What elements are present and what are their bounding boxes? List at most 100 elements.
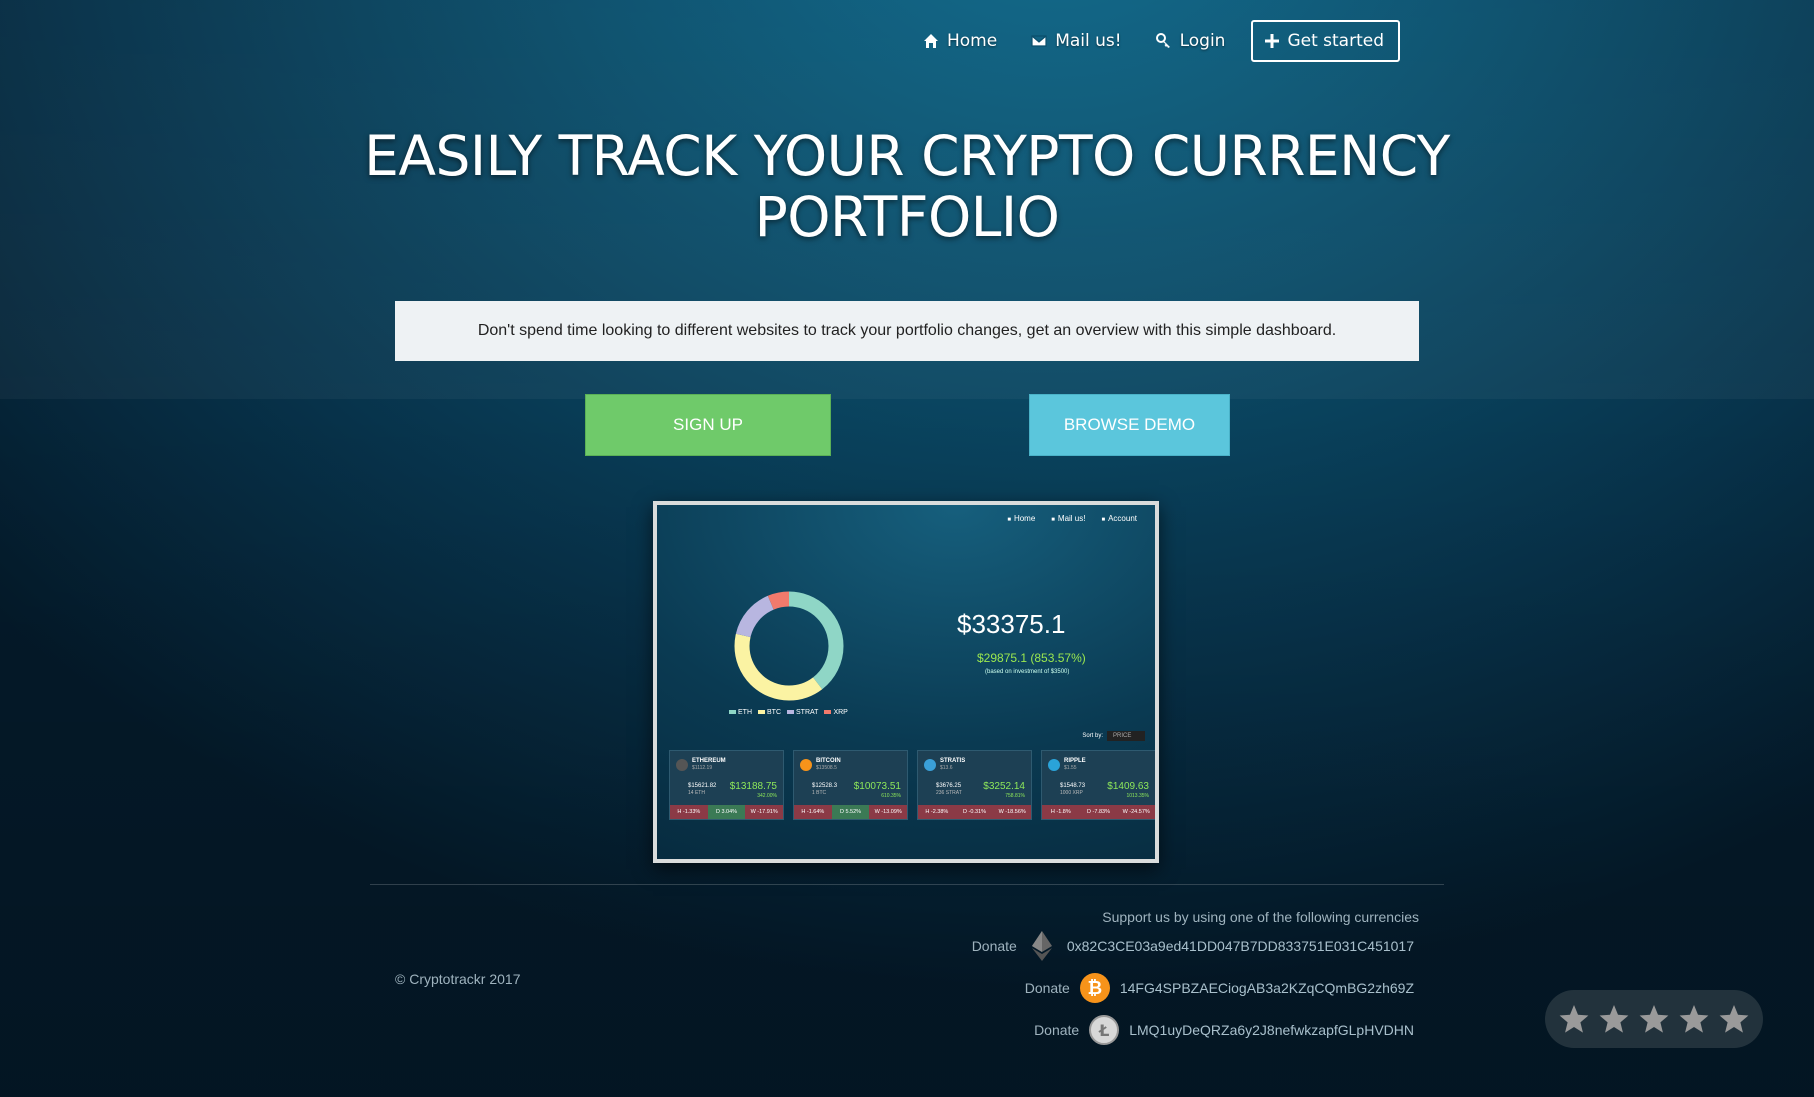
coin-name: STRATIS bbox=[940, 758, 966, 764]
coin-value: $3252.14 bbox=[983, 781, 1025, 792]
nav-login-link[interactable]: Login bbox=[1155, 31, 1226, 51]
legend-item-btc: BTC bbox=[758, 709, 781, 716]
change-day: D -0.31% bbox=[955, 805, 994, 819]
ltc-address[interactable]: LMQ1uyDeQRZa6y2J8nefwkzapfGLpHVDHN bbox=[1129, 1022, 1414, 1038]
nav-mail-link[interactable]: Mail us! bbox=[1031, 31, 1122, 51]
sort-label: Sort by: bbox=[1082, 733, 1103, 739]
coin-value: $13188.75 bbox=[729, 781, 777, 792]
headline-line-1: EASILY TRACK YOUR CRYPTO CURRENCY bbox=[364, 124, 1450, 188]
legend-item-eth: ETH bbox=[729, 709, 752, 716]
btc-address[interactable]: 14FG4SPBZAECiogAB3a2KZqCQmBG2zh69Z bbox=[1120, 980, 1414, 996]
coin-card-bitcoin: BITCOIN $13508.5 $12528.3 1 BTC $10073.51 610… bbox=[793, 750, 908, 820]
change-week: W -17.91% bbox=[745, 805, 784, 819]
get-started-button[interactable]: Get started bbox=[1251, 20, 1400, 62]
bitcoin-icon: ₿ bbox=[1079, 973, 1110, 1003]
donate-row-eth: Donate 0x82C3CE03a9ed41DD047B7DD833751E0… bbox=[972, 931, 1414, 961]
donut-legend: ETH BTC STRAT XRP bbox=[729, 709, 848, 716]
plus-icon bbox=[1265, 34, 1280, 48]
rating-widget bbox=[1545, 990, 1763, 1048]
portfolio-change: $29875.1 (853.57%) bbox=[977, 651, 1086, 665]
coin-percent: 610.35% bbox=[881, 793, 901, 799]
footer-divider bbox=[370, 884, 1444, 885]
coin-icon bbox=[676, 759, 688, 771]
coin-amount: 236 STRAT bbox=[936, 790, 962, 796]
star-icon[interactable] bbox=[1638, 1003, 1670, 1035]
legend-item-xrp: XRP bbox=[824, 709, 848, 716]
donate-label: Donate bbox=[1024, 980, 1070, 996]
coin-value: $10073.51 bbox=[853, 781, 901, 792]
change-hour: H -1.8% bbox=[1042, 805, 1080, 819]
coin-icon bbox=[924, 759, 936, 771]
donate-label: Donate bbox=[971, 938, 1017, 954]
star-icon[interactable] bbox=[1678, 1003, 1710, 1035]
dashboard-preview: Home Mail us! Account ETH BTC STRAT XRP $33… bbox=[653, 501, 1159, 863]
sign-up-button[interactable]: SIGN UP bbox=[585, 394, 831, 456]
headline-line-2: PORTFOLIO bbox=[754, 185, 1060, 249]
coin-cards: ETHEREUM $1112.19 $15621.82 14 ETH $13188.75… bbox=[669, 750, 1155, 820]
coin-percent: 342.00% bbox=[757, 793, 777, 799]
coin-holding: $15621.82 bbox=[688, 783, 717, 789]
change-day: D 5.52% bbox=[831, 805, 870, 819]
coin-card-ethereum: ETHEREUM $1112.19 $15621.82 14 ETH $13188.75… bbox=[669, 750, 784, 820]
coin-card-stratis: STRATIS $13.6 $3676.25 236 STRAT $3252.14 758… bbox=[917, 750, 1032, 820]
star-icon[interactable] bbox=[1558, 1003, 1590, 1035]
envelope-icon bbox=[1031, 35, 1047, 47]
coin-card-ripple: RIPPLE $1.55 $1548.73 1000 XRP $1409.63 1013.… bbox=[1041, 750, 1155, 820]
coin-price: $13.6 bbox=[940, 765, 953, 771]
page-title: EASILY TRACK YOUR CRYPTO CURRENCY PORTFO… bbox=[0, 126, 1814, 248]
coin-name: BITCOIN bbox=[816, 758, 841, 764]
coin-percent: 758.81% bbox=[1005, 793, 1025, 799]
tagline-box: Don't spend time looking to different we… bbox=[395, 301, 1419, 361]
change-hour: H -2.38% bbox=[918, 805, 956, 819]
star-icon[interactable] bbox=[1718, 1003, 1750, 1035]
nav-home-link[interactable]: Home bbox=[923, 31, 997, 51]
tagline-text: Don't spend time looking to different we… bbox=[477, 322, 1337, 339]
portfolio-note: (based on investment of $3500) bbox=[985, 669, 1070, 675]
get-started-label: Get started bbox=[1287, 31, 1384, 51]
coin-price: $13508.5 bbox=[816, 765, 837, 771]
coin-holding: $12528.3 bbox=[812, 783, 838, 789]
nav-home-label: Home bbox=[946, 31, 998, 51]
preview-nav-account: Account bbox=[1101, 514, 1137, 523]
top-nav: Home Mail us! Login Get started bbox=[889, 20, 1400, 62]
star-icon[interactable] bbox=[1598, 1003, 1630, 1035]
portfolio-total: $33375.1 bbox=[957, 609, 1066, 639]
donate-row-btc: Donate ₿ 14FG4SPBZAECiogAB3a2KZqCQmBG2zh… bbox=[1025, 973, 1414, 1003]
preview-nav-mail: Mail us! bbox=[1051, 514, 1086, 523]
browse-demo-button[interactable]: BROWSE DEMO bbox=[1029, 394, 1230, 456]
nav-login-label: Login bbox=[1179, 31, 1226, 51]
coin-amount: 14 ETH bbox=[688, 790, 705, 796]
nav-mail-label: Mail us! bbox=[1055, 31, 1122, 51]
coin-amount: 1000 XRP bbox=[1060, 790, 1083, 796]
coin-change-bars: H -1.8% D -7.83% W -24.57% bbox=[1042, 805, 1155, 819]
support-text: Support us by using one of the following… bbox=[1102, 909, 1419, 925]
home-icon bbox=[923, 34, 938, 48]
coin-icon bbox=[1048, 759, 1060, 771]
sort-select: PRICE bbox=[1107, 731, 1145, 741]
copyright-text: © Cryptotrackr 2017 bbox=[395, 971, 521, 987]
preview-nav-home: Home bbox=[1007, 514, 1035, 523]
change-day: D 3.04% bbox=[707, 805, 746, 819]
change-week: W -13.09% bbox=[869, 805, 908, 819]
coin-price: $1112.19 bbox=[692, 765, 713, 771]
change-week: W -18.56% bbox=[993, 805, 1032, 819]
legend-item-strat: STRAT bbox=[787, 709, 818, 716]
change-week: W -24.57% bbox=[1117, 805, 1155, 819]
change-hour: H -1.64% bbox=[794, 805, 832, 819]
donate-label: Donate bbox=[1034, 1022, 1080, 1038]
coin-change-bars: H -1.33% D 3.04% W -17.91% bbox=[670, 805, 784, 819]
coin-value: $1409.63 bbox=[1107, 781, 1149, 792]
coin-holding: $1548.73 bbox=[1060, 783, 1086, 789]
portfolio-donut-chart bbox=[734, 591, 844, 701]
coin-holding: $3676.25 bbox=[936, 783, 962, 789]
litecoin-icon: Ł bbox=[1089, 1015, 1120, 1045]
key-icon bbox=[1155, 33, 1170, 48]
coin-percent: 1013.35% bbox=[1126, 793, 1149, 799]
ethereum-icon bbox=[1027, 931, 1057, 961]
eth-address[interactable]: 0x82C3CE03a9ed41DD047B7DD833751E031C4510… bbox=[1067, 938, 1414, 954]
coin-name: RIPPLE bbox=[1064, 758, 1086, 764]
coin-change-bars: H -2.38% D -0.31% W -18.56% bbox=[918, 805, 1032, 819]
change-day: D -7.83% bbox=[1079, 805, 1118, 819]
coin-amount: 1 BTC bbox=[812, 790, 827, 796]
preview-nav: Home Mail us! Account bbox=[1007, 514, 1137, 523]
